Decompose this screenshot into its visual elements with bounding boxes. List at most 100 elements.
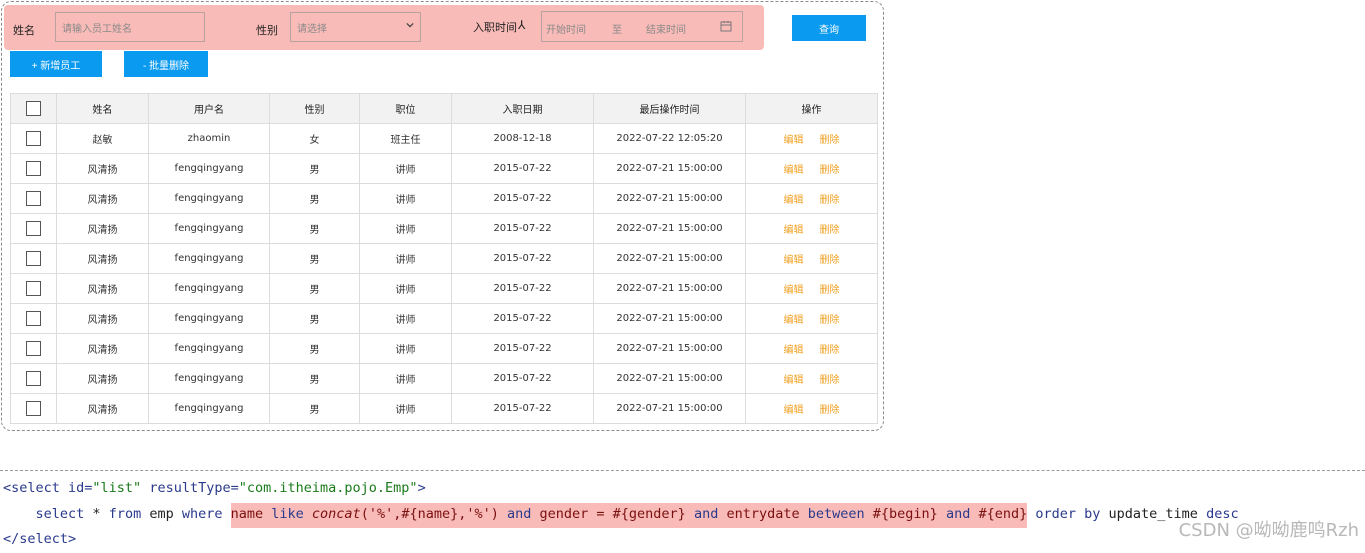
cell-job: 讲师 [359, 183, 452, 214]
select-all-cell[interactable] [10, 93, 57, 124]
delete-link[interactable]: 删除 [820, 315, 840, 326]
cell-gender: 男 [269, 183, 360, 214]
header-last-updated: 最后操作时间 [593, 93, 746, 124]
row-select-cell[interactable] [10, 243, 57, 274]
code-fn-concat: concat [311, 506, 361, 522]
edit-link[interactable]: 编辑 [784, 165, 804, 176]
table-row: 风清扬 fengqingyang 男讲师 2015-07-22 2022-07-21 1… [10, 393, 878, 424]
cell-entry-date: 2015-07-22 [451, 393, 594, 424]
code-table-emp: emp [141, 506, 182, 522]
cell-entry-date: 2015-07-22 [451, 213, 594, 244]
table-row: 风清扬 fengqingyang 男讲师 2015-07-22 2022-07-21 1… [10, 333, 878, 364]
code-line-3: </select> [3, 531, 76, 547]
row-select-cell[interactable] [10, 153, 57, 184]
delete-link[interactable]: 删除 [820, 165, 840, 176]
header-entry-date: 入职日期 [451, 93, 594, 124]
delete-link[interactable]: 删除 [820, 255, 840, 266]
row-select-cell[interactable] [10, 363, 57, 394]
row-checkbox[interactable] [26, 251, 41, 266]
row-checkbox[interactable] [26, 131, 41, 146]
end-date-input[interactable]: 结束时间 [646, 21, 686, 36]
row-select-cell[interactable] [10, 333, 57, 364]
row-select-cell[interactable] [10, 273, 57, 304]
row-checkbox[interactable] [26, 191, 41, 206]
cell-entry-date: 2015-07-22 [451, 303, 594, 334]
gender-select[interactable]: 请选择 [290, 12, 421, 42]
cell-last-updated: 2022-07-21 15:00:00 [593, 273, 746, 304]
cell-entry-date: 2015-07-22 [451, 183, 594, 214]
row-select-cell[interactable] [10, 393, 57, 424]
table-row: 风清扬 fengqingyang 男讲师 2015-07-22 2022-07-21 1… [10, 363, 878, 394]
code-col-name: name [230, 506, 272, 522]
edit-link[interactable]: 编辑 [784, 405, 804, 416]
table-row: 风清扬 fengqingyang 男讲师 2015-07-22 2022-07-21 1… [10, 213, 878, 244]
cell-job: 讲师 [359, 243, 452, 274]
row-checkbox[interactable] [26, 161, 41, 176]
cell-entry-date: 2015-07-22 [451, 333, 594, 364]
cell-last-updated: 2022-07-21 15:00:00 [593, 243, 746, 274]
code-kw-and-1: and [507, 506, 540, 522]
cell-username: fengqingyang [148, 183, 270, 214]
row-checkbox[interactable] [26, 371, 41, 386]
cell-name: 风清扬 [56, 183, 149, 214]
cell-username: fengqingyang [148, 273, 270, 304]
edit-link[interactable]: 编辑 [784, 195, 804, 206]
batch-delete-button[interactable]: - 批量删除 [124, 51, 208, 77]
cell-username: fengqingyang [148, 393, 270, 424]
row-select-cell[interactable] [10, 183, 57, 214]
delete-link[interactable]: 删除 [820, 375, 840, 386]
edit-link[interactable]: 编辑 [784, 375, 804, 386]
edit-link[interactable]: 编辑 [784, 345, 804, 356]
row-select-cell[interactable] [10, 303, 57, 334]
cell-job: 班主任 [359, 123, 452, 154]
cell-gender: 女 [269, 123, 360, 154]
cell-entry-date: 2015-07-22 [451, 363, 594, 394]
cell-entry-date: 2015-07-22 [451, 273, 594, 304]
delete-link[interactable]: 删除 [820, 135, 840, 146]
cell-name: 风清扬 [56, 303, 149, 334]
code-param-begin: #{begin} [872, 506, 946, 522]
cell-job: 讲师 [359, 213, 452, 244]
code-kw-like: like [271, 506, 312, 522]
name-input[interactable]: 请输入员工姓名 [55, 12, 205, 42]
edit-link[interactable]: 编辑 [784, 135, 804, 146]
edit-link[interactable]: 编辑 [784, 255, 804, 266]
edit-link[interactable]: 编辑 [784, 315, 804, 326]
table-row: 风清扬 fengqingyang 男讲师 2015-07-22 2022-07-21 1… [10, 243, 878, 274]
select-all-checkbox[interactable] [26, 101, 41, 116]
row-checkbox[interactable] [26, 221, 41, 236]
row-select-cell[interactable] [10, 213, 57, 244]
edit-link[interactable]: 编辑 [784, 285, 804, 296]
header-operations: 操作 [745, 93, 878, 124]
row-checkbox[interactable] [26, 341, 41, 356]
delete-link[interactable]: 删除 [820, 405, 840, 416]
row-checkbox[interactable] [26, 401, 41, 416]
row-select-cell[interactable] [10, 123, 57, 154]
calendar-icon[interactable] [720, 20, 732, 32]
start-date-input[interactable]: 开始时间 [546, 21, 586, 36]
delete-link[interactable]: 删除 [820, 195, 840, 206]
entry-date-label: 入职时间 [473, 21, 517, 34]
delete-link[interactable]: 删除 [820, 225, 840, 236]
employee-table: 姓名 用户名 性别 职位 入职日期 最后操作时间 操作 赵敏 zhaomin 女班主… [10, 93, 878, 424]
cell-last-updated: 2022-07-21 15:00:00 [593, 303, 746, 334]
cell-operations: 编辑 删除 [745, 213, 878, 244]
cell-last-updated: 2022-07-21 15:00:00 [593, 213, 746, 244]
row-checkbox[interactable] [26, 281, 41, 296]
cell-operations: 编辑 删除 [745, 333, 878, 364]
range-separator: 至 [612, 25, 622, 36]
name-label: 姓名 [13, 24, 35, 37]
delete-link[interactable]: 删除 [820, 345, 840, 356]
delete-link[interactable]: 删除 [820, 285, 840, 296]
cell-job: 讲师 [359, 153, 452, 184]
code-attr-resulttype: resultType= [141, 480, 239, 496]
add-employee-button[interactable]: + 新增员工 [10, 51, 102, 77]
query-button[interactable]: 查询 [792, 15, 866, 41]
code-val-id: "list" [92, 480, 142, 496]
entry-date-range[interactable]: 开始时间 至 结束时间 [541, 11, 743, 42]
row-checkbox[interactable] [26, 311, 41, 326]
cell-name: 风清扬 [56, 243, 149, 274]
code-attr-id: id= [59, 480, 93, 496]
edit-link[interactable]: 编辑 [784, 225, 804, 236]
cell-name: 风清扬 [56, 213, 149, 244]
